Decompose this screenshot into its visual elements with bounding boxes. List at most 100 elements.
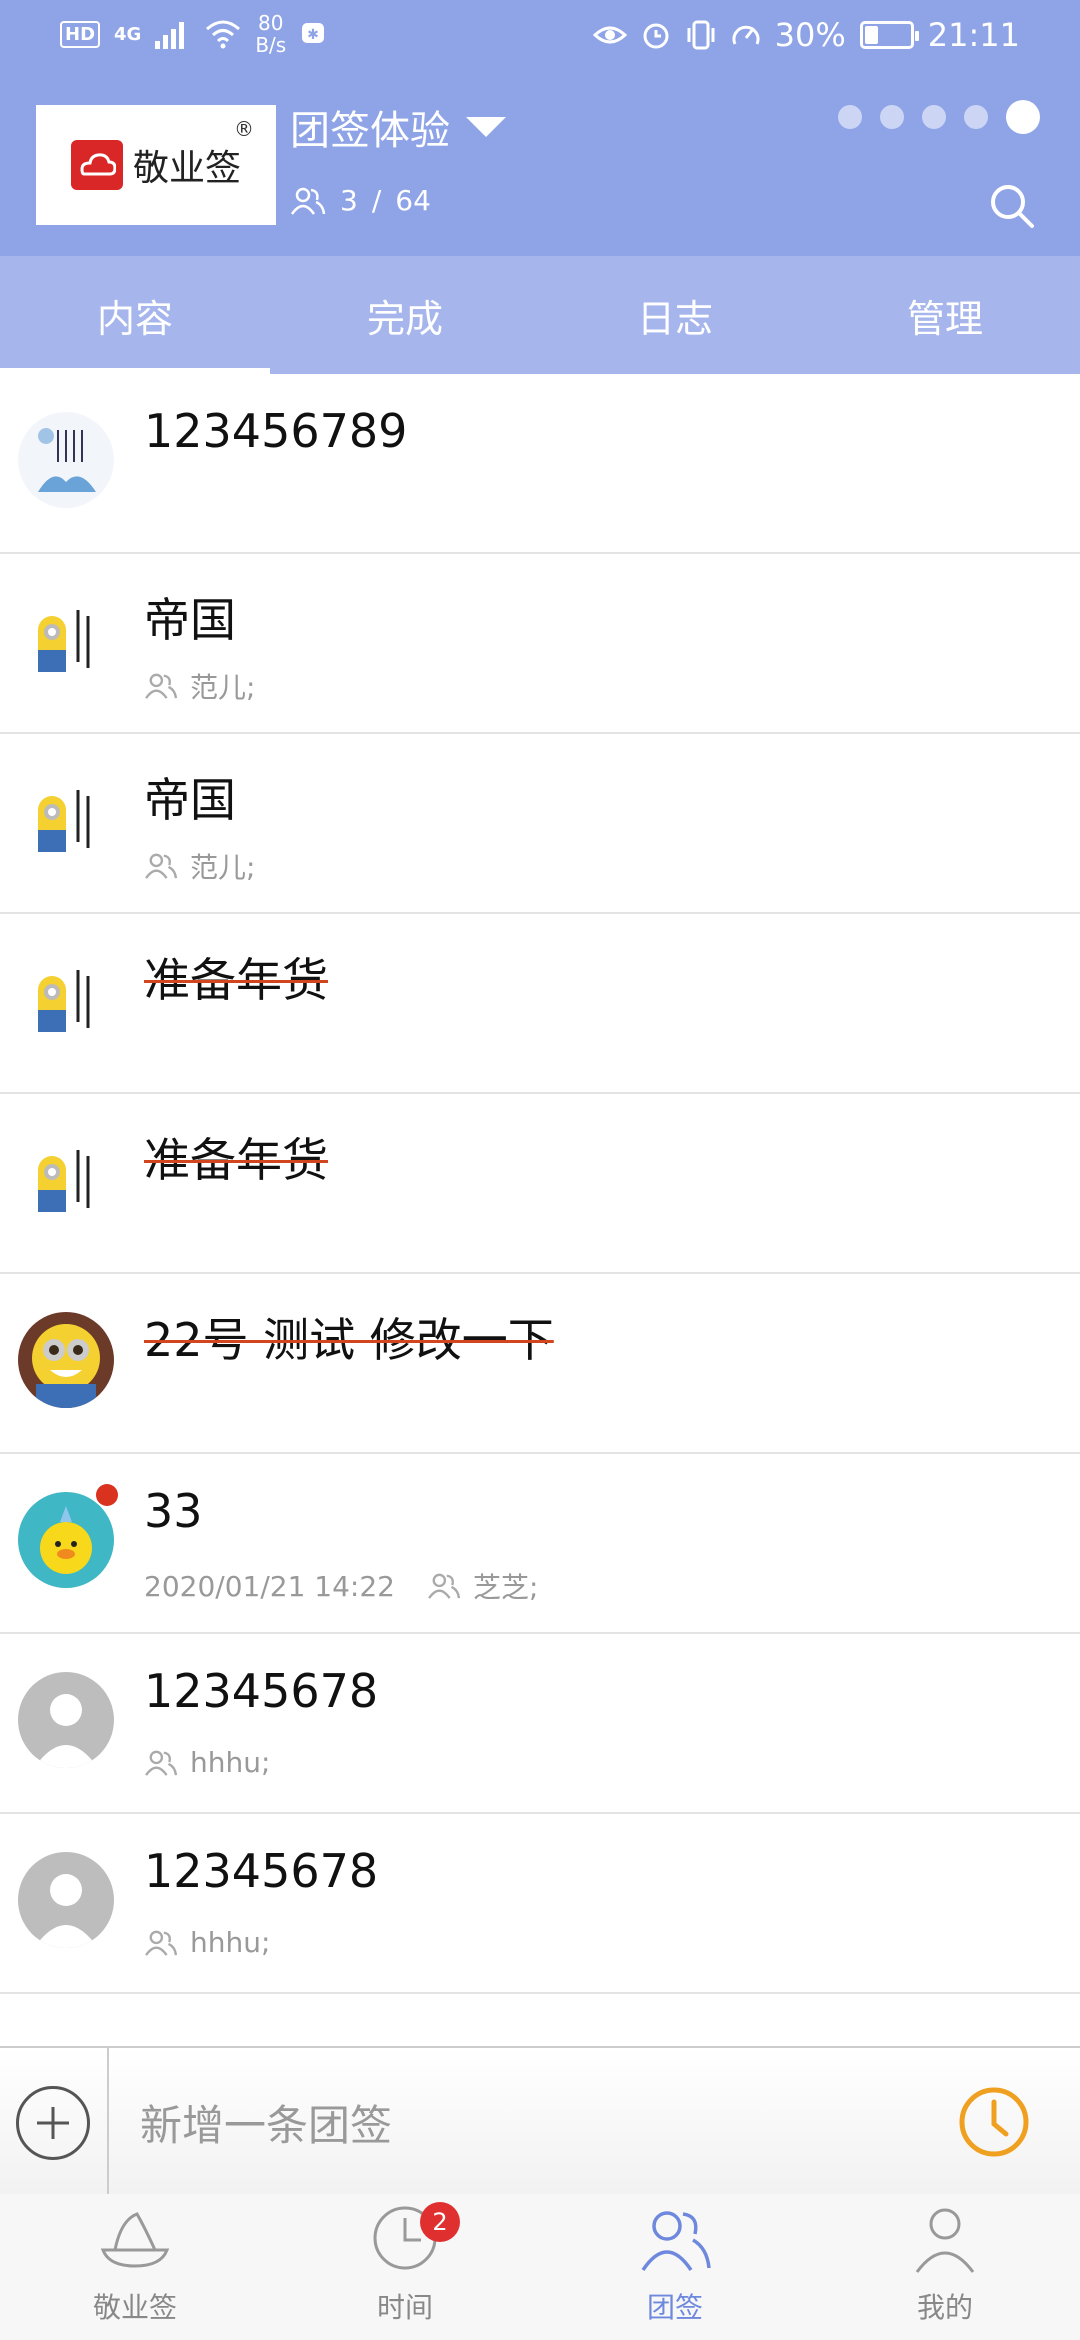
item-meta: hhhu; bbox=[144, 1746, 270, 1779]
item-title: 33 bbox=[144, 1484, 203, 1538]
speedometer-icon bbox=[732, 25, 760, 45]
nav-item-2[interactable]: 团签 bbox=[540, 2194, 810, 2340]
page-dot bbox=[1006, 100, 1040, 134]
vibrate-icon bbox=[687, 20, 715, 50]
list-item[interactable]: 12345678 hhhu; bbox=[0, 1634, 1080, 1814]
add-button[interactable] bbox=[16, 2086, 90, 2160]
alarm-icon bbox=[643, 23, 669, 49]
tab-label: 管理 bbox=[906, 296, 983, 341]
list-item[interactable]: 123456789 bbox=[0, 374, 1080, 554]
nav-label: 我的 bbox=[916, 2291, 973, 2324]
avatar[interactable] bbox=[18, 1492, 114, 1588]
list-item[interactable]: 准备年货 bbox=[0, 914, 1080, 1094]
network-indicator: 4G bbox=[114, 23, 142, 45]
people-icon bbox=[145, 1750, 178, 1776]
avatar[interactable] bbox=[18, 412, 114, 508]
page-dot bbox=[964, 105, 988, 129]
list-item[interactable]: 帝国范儿; bbox=[0, 734, 1080, 914]
person-icon bbox=[915, 2208, 975, 2273]
tab-1[interactable]: 完成 bbox=[270, 256, 540, 374]
members-icon bbox=[290, 187, 326, 215]
list-item[interactable]: 33 2020/01/21 14:22 芝芝; bbox=[0, 1454, 1080, 1634]
tab-3[interactable]: 管理 bbox=[810, 256, 1080, 374]
page-indicator bbox=[838, 100, 1040, 134]
app-logo[interactable]: 敬业签 ® bbox=[36, 105, 276, 225]
clock-time: 21:11 bbox=[927, 16, 1020, 54]
nav-item-3[interactable]: 我的 bbox=[810, 2194, 1080, 2340]
members-separator: / bbox=[371, 184, 382, 217]
dropdown-caret-icon bbox=[466, 117, 506, 137]
avatar[interactable] bbox=[18, 1132, 114, 1228]
tab-label: 完成 bbox=[366, 296, 443, 341]
boat-icon bbox=[100, 2212, 170, 2268]
item-assignees: 范儿; bbox=[190, 671, 256, 704]
item-title: 准备年货 bbox=[144, 1133, 328, 1187]
tab-label: 日志 bbox=[636, 296, 713, 341]
tab-2[interactable]: 日志 bbox=[540, 256, 810, 374]
avatar[interactable] bbox=[18, 952, 114, 1048]
nav-item-1[interactable]: 2 时间 bbox=[270, 2194, 540, 2340]
item-title: 123456789 bbox=[144, 404, 408, 458]
avatar[interactable] bbox=[18, 1312, 114, 1408]
app-header: 敬业签 ® 团签体验 3 / 64 bbox=[0, 80, 1080, 256]
plus-icon bbox=[37, 2107, 69, 2139]
item-title: 帝国 bbox=[144, 773, 236, 827]
people-icon bbox=[428, 1573, 461, 1599]
item-title: 帝国 bbox=[144, 593, 236, 647]
item-assignees: hhhu; bbox=[190, 1926, 271, 1959]
list-item[interactable]: 帝国范儿; bbox=[0, 554, 1080, 734]
wifi-icon bbox=[206, 20, 241, 49]
new-note-input[interactable]: 新增一条团签 bbox=[140, 2092, 392, 2153]
team-selector[interactable]: 团签体验 bbox=[290, 98, 506, 156]
tab-bar: 内容 完成 日志 管理 bbox=[0, 256, 1080, 374]
svg-text:✱: ✱ bbox=[307, 27, 319, 43]
tab-label: 内容 bbox=[96, 296, 173, 341]
composer-divider bbox=[107, 2048, 109, 2196]
search-icon[interactable] bbox=[984, 178, 1040, 234]
item-title: 准备年货 bbox=[144, 953, 328, 1007]
hd-indicator: HD bbox=[60, 20, 101, 48]
reminder-clock-icon[interactable] bbox=[956, 2084, 1032, 2160]
item-assignees: hhhu; bbox=[190, 1746, 271, 1779]
item-title: 12345678 bbox=[144, 1664, 379, 1718]
logo-text: 敬业签 bbox=[132, 148, 241, 189]
item-meta: 范儿; bbox=[144, 666, 255, 706]
nav-label: 敬业签 bbox=[92, 2291, 177, 2324]
tab-0[interactable]: 内容 bbox=[0, 256, 270, 374]
cloud-logo-icon bbox=[70, 140, 123, 190]
battery-percent: 30% bbox=[774, 16, 846, 54]
item-meta: hhhu; bbox=[144, 1926, 270, 1959]
notification-badge: 2 bbox=[420, 2202, 460, 2242]
battery-icon bbox=[859, 21, 919, 49]
status-right: 30% 21:11 bbox=[592, 16, 1020, 54]
avatar[interactable] bbox=[18, 592, 114, 688]
avatar[interactable] bbox=[18, 772, 114, 868]
member-count[interactable]: 3 / 64 bbox=[290, 184, 431, 217]
item-title: 12345678 bbox=[144, 1844, 379, 1898]
status-bar: HD 4G 80 B/s ✱ 30% 21:11 bbox=[0, 0, 1080, 80]
list-item[interactable]: 准备年货 bbox=[0, 1094, 1080, 1274]
item-title: 22号 测试 修改一下 bbox=[144, 1313, 554, 1367]
network-speed: 80 B/s bbox=[255, 11, 287, 57]
registered-mark: ® bbox=[234, 117, 254, 141]
nav-label: 团签 bbox=[646, 2291, 703, 2324]
avatar[interactable] bbox=[18, 1672, 114, 1768]
team-note-list: 123456789 帝国 范儿; 帝国 范儿; 准备年货 准备年货 22号 测试 修改一下 33… bbox=[0, 374, 1080, 2046]
item-assignees: 芝芝; bbox=[472, 1571, 539, 1604]
list-item[interactable]: 12345678 hhhu; bbox=[0, 1814, 1080, 1994]
eye-icon bbox=[592, 26, 627, 44]
list-item[interactable]: 22号 测试 修改一下 bbox=[0, 1274, 1080, 1454]
page-dot bbox=[838, 105, 862, 129]
item-meta: 范儿; bbox=[144, 846, 255, 886]
members-online: 3 bbox=[340, 184, 358, 217]
bottom-navigation: 敬业签 2 时间 团签 我的 bbox=[0, 2194, 1080, 2340]
item-date: 2020/01/21 14:22 bbox=[144, 1569, 395, 1603]
members-total: 64 bbox=[395, 184, 431, 217]
people-icon bbox=[145, 853, 178, 879]
status-left: HD 4G 80 B/s ✱ bbox=[60, 12, 326, 56]
app-notification-icon: ✱ bbox=[302, 23, 325, 43]
item-meta: 2020/01/21 14:22 芝芝; bbox=[144, 1566, 538, 1606]
avatar[interactable] bbox=[18, 1852, 114, 1948]
people-icon bbox=[145, 673, 178, 699]
nav-item-0[interactable]: 敬业签 bbox=[0, 2194, 270, 2340]
